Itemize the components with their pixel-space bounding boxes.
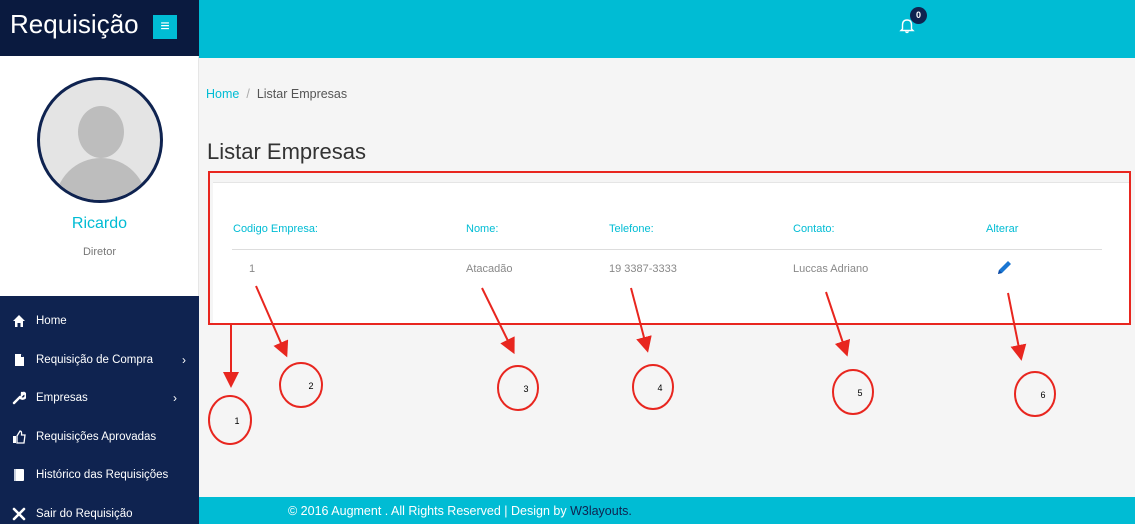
copyright-text: © 2016 Augment . All Rights Reserved | D… — [288, 504, 571, 518]
book-icon — [12, 468, 26, 482]
annotation-label-6: 6 — [1040, 390, 1046, 400]
sidebar-item-label: Requisições Aprovadas — [36, 430, 157, 443]
home-icon — [12, 314, 26, 328]
sidebar-item-sair[interactable]: Sair do Requisição — [0, 495, 199, 524]
page-title: Listar Empresas — [207, 139, 366, 164]
sidebar-item-requisicoes-aprovadas[interactable]: Requisições Aprovadas — [0, 418, 199, 457]
app-title: Requisição — [10, 9, 139, 39]
avatar — [37, 77, 163, 203]
profile-card: Ricardo Diretor — [0, 56, 199, 296]
brand-bar: Requisição ≡ — [0, 0, 199, 56]
chevron-right-icon: › — [173, 391, 177, 406]
sidebar-item-requisicao-compra[interactable]: Requisição de Compra › — [0, 341, 199, 380]
annotation-label-5: 5 — [857, 388, 863, 398]
sidebar-item-label: Histórico das Requisições — [36, 469, 169, 482]
breadcrumb-current: Listar Empresas — [256, 87, 348, 101]
sidebar: Requisição ≡ Ricardo Diretor Home Requis… — [0, 0, 199, 524]
footer-link[interactable]: W3layouts. — [570, 504, 632, 518]
sidebar-item-historico[interactable]: Histórico das Requisições — [0, 456, 199, 495]
topbar: 0 — [199, 0, 1135, 58]
breadcrumb: Home / Listar Empresas — [206, 87, 347, 101]
avatar-head — [78, 106, 124, 158]
sidebar-item-label: Home — [36, 315, 67, 328]
annotation-label-2: 2 — [308, 381, 314, 391]
sidebar-item-label: Requisição de Compra — [36, 353, 153, 366]
sidebar-item-empresas[interactable]: Empresas › — [0, 379, 199, 418]
sidebar-item-label: Sair do Requisição — [36, 507, 133, 520]
footer: © 2016 Augment . All Rights Reserved | D… — [199, 497, 1135, 524]
avatar-body — [55, 158, 147, 200]
close-icon — [12, 507, 26, 521]
menu-icon[interactable]: ≡ — [153, 15, 177, 39]
thumbs-up-icon — [12, 430, 26, 444]
annotation-label-3: 3 — [523, 384, 529, 394]
sidebar-item-label: Empresas — [36, 392, 88, 405]
file-icon — [12, 353, 26, 367]
wrench-icon — [12, 391, 27, 405]
sidebar-item-home[interactable]: Home — [0, 302, 199, 341]
breadcrumb-separator: / — [246, 87, 250, 101]
annotation-label-4: 4 — [657, 383, 663, 393]
profile-role: Diretor — [82, 246, 116, 258]
footer-text: © 2016 Augment . All Rights Reserved | D… — [288, 504, 632, 518]
sidebar-nav: Home Requisição de Compra › Empresas › R… — [0, 302, 199, 524]
profile-name: Ricardo — [71, 215, 128, 232]
chevron-right-icon: › — [182, 352, 186, 367]
notification-badge: 0 — [910, 7, 927, 24]
annotation-label-1: 1 — [234, 416, 240, 426]
breadcrumb-home-link[interactable]: Home — [206, 87, 239, 101]
annotation-box — [208, 171, 1131, 325]
